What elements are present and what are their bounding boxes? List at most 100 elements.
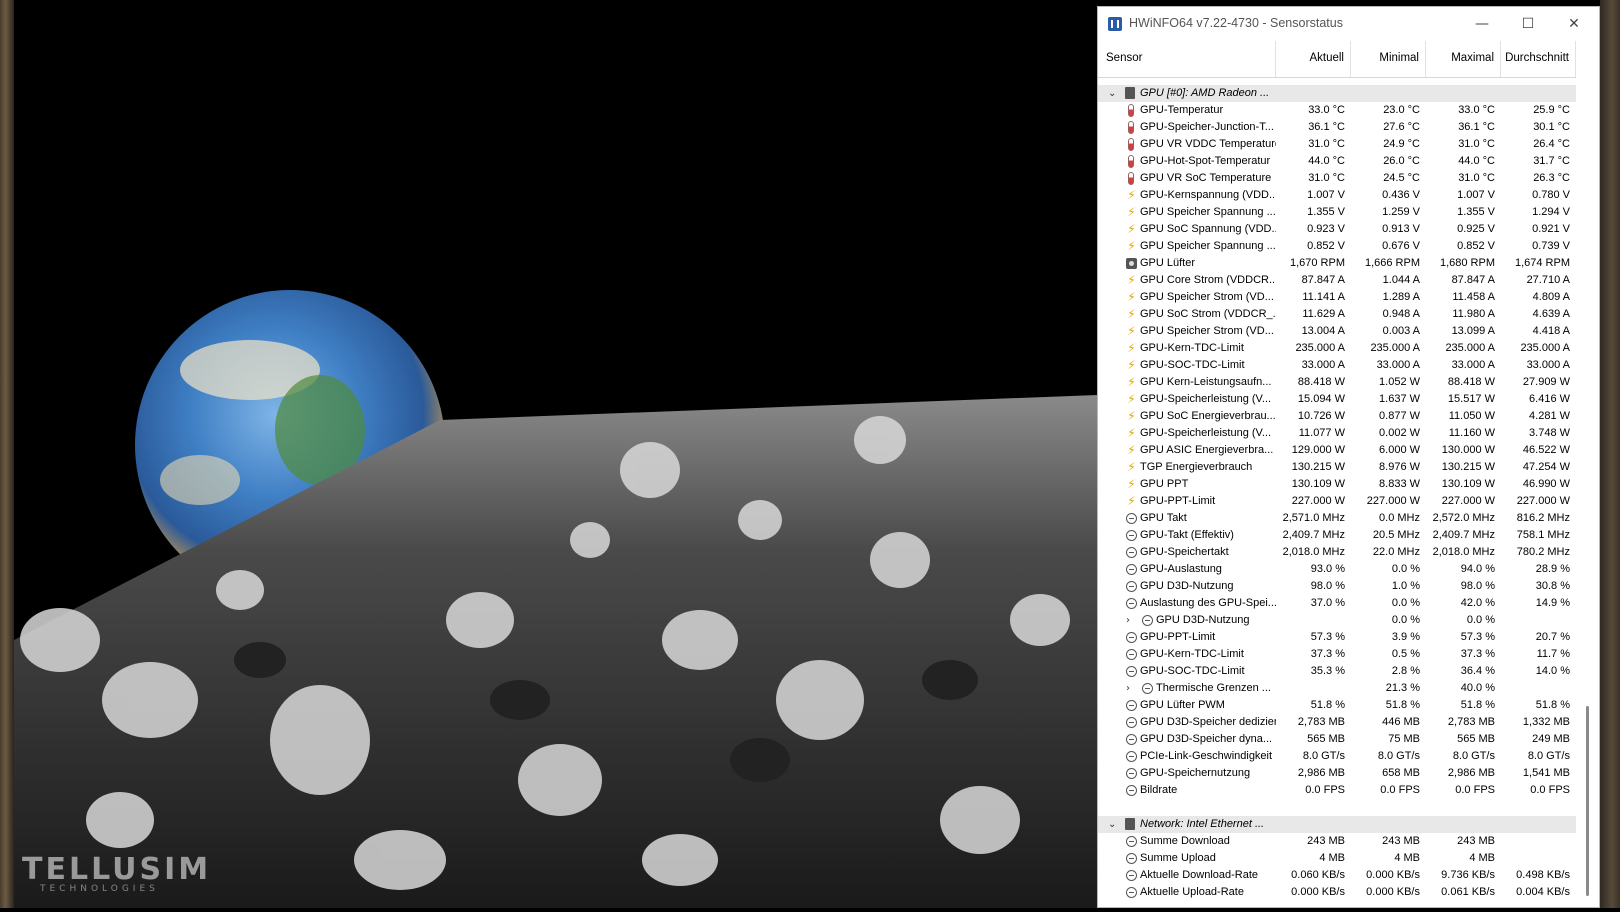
sensor-row[interactable]: ⚡ GPU-Speicherleistung (V... 15.094 W 1.637… bbox=[1098, 391, 1576, 408]
sensor-row[interactable]: ⚡ GPU-Kernspannung (VDD... 1.007 V 0.436 V 1… bbox=[1098, 187, 1576, 204]
collapse-chevron-icon[interactable]: ⌄ bbox=[1108, 816, 1116, 833]
value-max: 31.0 °C bbox=[1458, 138, 1495, 150]
value-current: 37.0 % bbox=[1310, 597, 1345, 609]
value-min: 1.637 W bbox=[1379, 393, 1420, 405]
gauge-icon bbox=[1142, 615, 1153, 626]
column-header-current[interactable]: Aktuell bbox=[1276, 41, 1351, 77]
column-header-min[interactable]: Minimal bbox=[1351, 41, 1426, 77]
sensor-row[interactable]: › GPU D3D-Nutzung 0.0 % 0.0 % bbox=[1098, 612, 1576, 629]
sensor-label: GPU Kern-Leistungsaufn... bbox=[1140, 376, 1272, 388]
sensor-row[interactable]: GPU-Hot-Spot-Temperatur 44.0 °C 26.0 °C 44.… bbox=[1098, 153, 1576, 170]
column-header-sensor[interactable]: Sensor bbox=[1098, 41, 1276, 77]
sensor-label: GPU D3D-Nutzung bbox=[1156, 614, 1250, 626]
value-max: 0.0 % bbox=[1466, 614, 1495, 626]
sensor-row[interactable]: GPU Lüfter PWM 51.8 % 51.8 % 51.8 % 51.8 % bbox=[1098, 697, 1576, 714]
sensor-row[interactable]: ⚡ GPU Speicher Strom (VD... 13.004 A 0.003 … bbox=[1098, 323, 1576, 340]
sensor-label: Aktuelle Download-Rate bbox=[1140, 869, 1259, 881]
value-current: 565 MB bbox=[1307, 733, 1345, 745]
value-max: 11.980 A bbox=[1452, 308, 1495, 320]
value-min: 0.436 V bbox=[1382, 189, 1420, 201]
minimize-button[interactable]: — bbox=[1460, 11, 1504, 37]
sensor-row[interactable]: GPU-PPT-Limit 57.3 % 3.9 % 57.3 % 20.7 % bbox=[1098, 629, 1576, 646]
sensor-label: GPU-Speicherleistung (V... bbox=[1140, 427, 1272, 439]
sensor-row[interactable]: GPU Lüfter 1,670 RPM 1,666 RPM 1,680 RPM 1,6… bbox=[1098, 255, 1576, 272]
column-header-avg[interactable]: Durchschnitt bbox=[1501, 41, 1576, 77]
sensor-row[interactable]: ⚡ GPU-SOC-TDC-Limit 33.000 A 33.000 A 33.000… bbox=[1098, 357, 1576, 374]
column-header-max[interactable]: Maximal bbox=[1426, 41, 1501, 77]
value-avg: 4.809 A bbox=[1532, 291, 1570, 303]
sensor-label: GPU Lüfter bbox=[1140, 257, 1196, 269]
sensor-row[interactable]: ⚡ GPU Kern-Leistungsaufn... 88.418 W 1.052 … bbox=[1098, 374, 1576, 391]
expand-chevron-icon[interactable]: › bbox=[1126, 680, 1130, 697]
sensor-name-cell: Bildrate bbox=[1098, 782, 1276, 799]
sensor-label: Summe Download bbox=[1140, 835, 1230, 847]
value-current: 4 MB bbox=[1319, 852, 1345, 864]
sensor-row[interactable]: GPU Takt 2,571.0 MHz 0.0 MHz 2,572.0 MHz 816… bbox=[1098, 510, 1576, 527]
value-min: 20.5 MHz bbox=[1372, 529, 1420, 541]
sensor-row[interactable]: GPU D3D-Speicher dyna... 565 MB 75 MB 565 M… bbox=[1098, 731, 1576, 748]
maximize-button[interactable]: ☐ bbox=[1506, 11, 1550, 37]
sensor-row[interactable]: Bildrate 0.0 FPS 0.0 FPS 0.0 FPS 0.0 FPS bbox=[1098, 782, 1576, 799]
gauge-icon bbox=[1126, 870, 1137, 881]
sensor-row[interactable]: ⚡ GPU Speicher Strom (VD... 11.141 A 1.289 … bbox=[1098, 289, 1576, 306]
lightning-icon: ⚡ bbox=[1127, 375, 1136, 389]
sensor-label: GPU SoC Strom (VDDCR_... bbox=[1140, 308, 1276, 320]
sensor-row[interactable]: GPU-Speichernutzung 2,986 MB 658 MB 2,986 M… bbox=[1098, 765, 1576, 782]
value-max: 8.0 GT/s bbox=[1452, 750, 1495, 762]
title-bar[interactable]: HWiNFO64 v7.22-4730 - Sensorstatus — ☐ ✕ bbox=[1098, 7, 1599, 41]
sensor-row[interactable]: GPU VR SoC Temperature 31.0 °C 24.5 °C 31.0… bbox=[1098, 170, 1576, 187]
sensor-row[interactable]: GPU VR VDDC Temperature 31.0 °C 24.9 °C 31.… bbox=[1098, 136, 1576, 153]
sensor-group-row[interactable]: ⌄ GPU [#0]: AMD Radeon ... bbox=[1098, 85, 1576, 102]
sensor-row[interactable]: GPU-Speichertakt 2,018.0 MHz 22.0 MHz 2,018… bbox=[1098, 544, 1576, 561]
sensor-row[interactable]: Summe Upload 4 MB 4 MB 4 MB bbox=[1098, 850, 1576, 867]
sensor-row[interactable]: ⚡ GPU Speicher Spannung ... 1.355 V 1.259 V… bbox=[1098, 204, 1576, 221]
sensor-row[interactable]: ⚡ GPU SoC Spannung (VDD... 0.923 V 0.913 V 0… bbox=[1098, 221, 1576, 238]
sensor-row[interactable]: ⚡ GPU-Speicherleistung (V... 11.077 W 0.002… bbox=[1098, 425, 1576, 442]
value-avg: 46.522 W bbox=[1522, 444, 1570, 456]
expand-chevron-icon[interactable]: › bbox=[1126, 612, 1130, 629]
sensor-row[interactable]: GPU-Speicher-Junction-T... 36.1 °C 27.6 °C… bbox=[1098, 119, 1576, 136]
sensor-row[interactable]: › Thermische Grenzen ... 21.3 % 40.0 % bbox=[1098, 680, 1576, 697]
value-max: 243 MB bbox=[1457, 835, 1495, 847]
sensor-row[interactable]: ⚡ TGP Energieverbrauch 130.215 W 8.976 W 130… bbox=[1098, 459, 1576, 476]
sensor-row[interactable]: ⚡ GPU SoC Strom (VDDCR_... 11.629 A 0.948 A… bbox=[1098, 306, 1576, 323]
sensor-row[interactable]: PCIe-Link-Geschwindigkeit 8.0 GT/s 8.0 GT/… bbox=[1098, 748, 1576, 765]
sensor-row[interactable]: ⚡ GPU PPT 130.109 W 8.833 W 130.109 W 46.990 … bbox=[1098, 476, 1576, 493]
sensor-row[interactable]: GPU-Temperatur 33.0 °C 23.0 °C 33.0 °C 25.9 … bbox=[1098, 102, 1576, 119]
sensor-row[interactable]: ⚡ GPU SoC Energieverbrau... 10.726 W 0.877 … bbox=[1098, 408, 1576, 425]
close-button[interactable]: ✕ bbox=[1552, 11, 1596, 37]
window-title: HWiNFO64 v7.22-4730 - Sensorstatus bbox=[1129, 16, 1343, 30]
value-current: 87.847 A bbox=[1301, 274, 1345, 286]
sensor-row[interactable]: Auslastung des GPU-Spei... 37.0 % 0.0 % 42.… bbox=[1098, 595, 1576, 612]
value-avg: 4.281 W bbox=[1529, 410, 1570, 422]
sensor-row[interactable]: ⚡ GPU-Kern-TDC-Limit 235.000 A 235.000 A 235… bbox=[1098, 340, 1576, 357]
sensor-row[interactable]: ⚡ GPU-PPT-Limit 227.000 W 227.000 W 227.000 … bbox=[1098, 493, 1576, 510]
sensor-row[interactable]: ⚡ GPU Speicher Spannung ... 0.852 V 0.676 V… bbox=[1098, 238, 1576, 255]
sensor-row[interactable]: Aktuelle Upload-Rate 0.000 KB/s 0.000 KB/s… bbox=[1098, 884, 1576, 901]
sensor-row[interactable]: ⚡ GPU Core Strom (VDDCR... 87.847 A 1.044 A… bbox=[1098, 272, 1576, 289]
sensor-label: GPU Lüfter PWM bbox=[1140, 699, 1225, 711]
value-min: 0.5 % bbox=[1391, 648, 1420, 660]
value-max: 0.0 FPS bbox=[1455, 784, 1495, 796]
vertical-scrollbar[interactable] bbox=[1582, 41, 1594, 907]
sensor-row[interactable]: GPU-Kern-TDC-Limit 37.3 % 0.5 % 37.3 % 11.7 … bbox=[1098, 646, 1576, 663]
collapse-chevron-icon[interactable]: ⌄ bbox=[1108, 85, 1116, 102]
sensor-row[interactable]: Aktuelle Download-Rate 0.060 KB/s 0.000 KB… bbox=[1098, 867, 1576, 884]
sensor-name-cell: GPU D3D-Nutzung bbox=[1098, 578, 1276, 595]
sensor-group-row[interactable]: ⌄ Network: Intel Ethernet ... bbox=[1098, 816, 1576, 833]
value-min: 8.976 W bbox=[1379, 461, 1420, 473]
sensor-name-cell: GPU-Auslastung bbox=[1098, 561, 1276, 578]
value-max: 88.418 W bbox=[1447, 376, 1495, 388]
sensor-row[interactable]: GPU-Auslastung 93.0 % 0.0 % 94.0 % 28.9 % bbox=[1098, 561, 1576, 578]
sensor-row[interactable]: Summe Download 243 MB 243 MB 243 MB bbox=[1098, 833, 1576, 850]
sensor-row[interactable]: ⚡ GPU ASIC Energieverbra... 129.000 W 6.000… bbox=[1098, 442, 1576, 459]
value-max: 11.160 W bbox=[1448, 427, 1495, 439]
value-min: 1.289 A bbox=[1382, 291, 1420, 303]
sensor-row[interactable]: GPU-SOC-TDC-Limit 35.3 % 2.8 % 36.4 % 14.0 % bbox=[1098, 663, 1576, 680]
scrollbar-thumb[interactable] bbox=[1586, 706, 1589, 896]
sensor-label: GPU Speicher Spannung ... bbox=[1140, 206, 1276, 218]
sensor-row[interactable]: GPU-Takt (Effektiv) 2,409.7 MHz 20.5 MHz 2,… bbox=[1098, 527, 1576, 544]
gauge-icon bbox=[1126, 751, 1137, 762]
sensor-row[interactable]: GPU D3D-Speicher dediziert 2,783 MB 446 MB… bbox=[1098, 714, 1576, 731]
sensor-row[interactable]: GPU D3D-Nutzung 98.0 % 1.0 % 98.0 % 30.8 % bbox=[1098, 578, 1576, 595]
